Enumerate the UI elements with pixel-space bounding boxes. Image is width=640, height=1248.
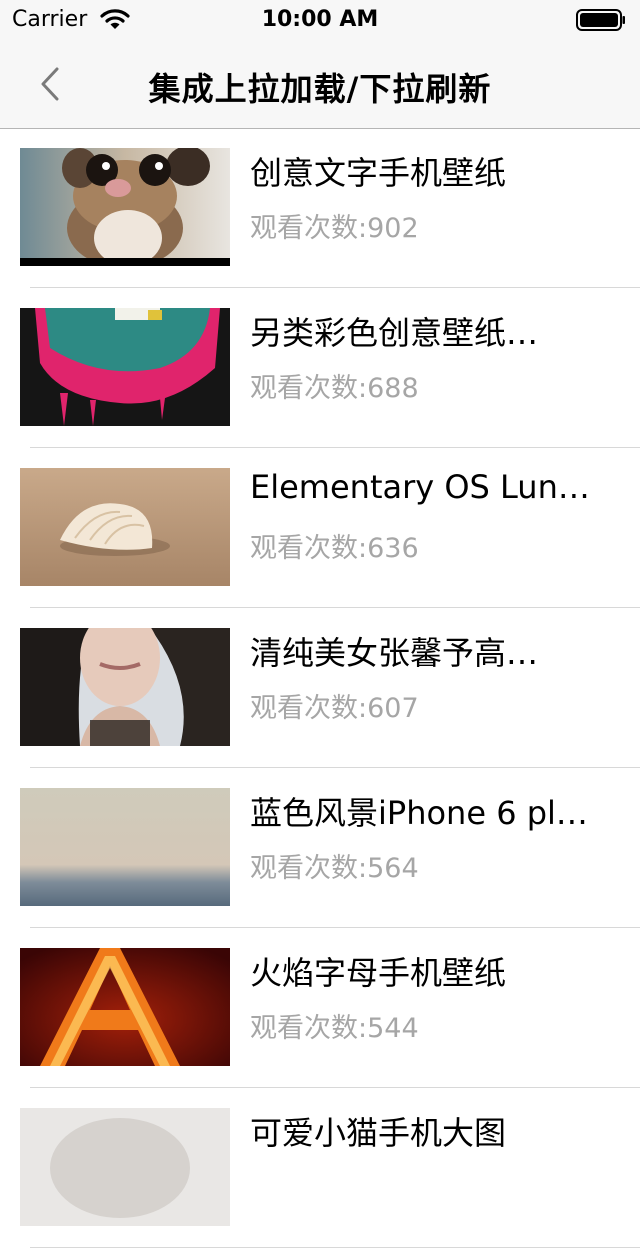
item-view-count: 观看次数:636 [250, 533, 419, 564]
item-view-count: 观看次数:564 [250, 853, 419, 884]
list-item[interactable]: 可爱小猫手机大图 [0, 1088, 640, 1248]
list-item[interactable]: 蓝色风景iPhone 6 pl… 观看次数:564 [0, 768, 640, 928]
thumbnail-image [20, 468, 230, 586]
item-title: 清纯美女张馨予高… [250, 634, 539, 672]
list-item[interactable]: Elementary OS Lun… 观看次数:636 [0, 448, 640, 608]
thumbnail-image [20, 308, 230, 426]
battery-icon [576, 9, 626, 35]
thumbnail-image [20, 148, 230, 266]
thumbnail-image [20, 1108, 230, 1226]
thumbnail-image [20, 948, 230, 1066]
item-title: 蓝色风景iPhone 6 pl… [250, 794, 588, 832]
status-time: 10:00 AM [261, 7, 379, 32]
wallpaper-list: 创意文字手机壁纸 观看次数:902 另类彩色创意壁纸… 观看次数:688 Ele… [0, 128, 640, 1248]
item-title: 创意文字手机壁纸 [250, 154, 507, 192]
item-title: Elementary OS Lun… [250, 468, 590, 506]
item-view-count: 观看次数:902 [250, 213, 419, 244]
page-title: 集成上拉加载/下拉刷新 [148, 70, 492, 108]
list-item[interactable]: 创意文字手机壁纸 观看次数:902 [0, 128, 640, 288]
item-view-count: 观看次数:544 [250, 1013, 419, 1044]
thumbnail-image [20, 628, 230, 746]
navigation-bar: 集成上拉加载/下拉刷新 [0, 40, 640, 129]
list-item[interactable]: 清纯美女张馨予高… 观看次数:607 [0, 608, 640, 768]
item-view-count: 观看次数:607 [250, 693, 419, 724]
status-bar: Carrier 10:00 AM [0, 0, 640, 40]
list-item[interactable]: 另类彩色创意壁纸… 观看次数:688 [0, 288, 640, 448]
item-title: 可爱小猫手机大图 [250, 1114, 507, 1152]
list-item[interactable]: 火焰字母手机壁纸 观看次数:544 [0, 928, 640, 1088]
item-view-count: 观看次数:688 [250, 373, 419, 404]
thumbnail-image [20, 788, 230, 906]
item-title: 另类彩色创意壁纸… [250, 314, 539, 352]
item-title: 火焰字母手机壁纸 [250, 954, 507, 992]
